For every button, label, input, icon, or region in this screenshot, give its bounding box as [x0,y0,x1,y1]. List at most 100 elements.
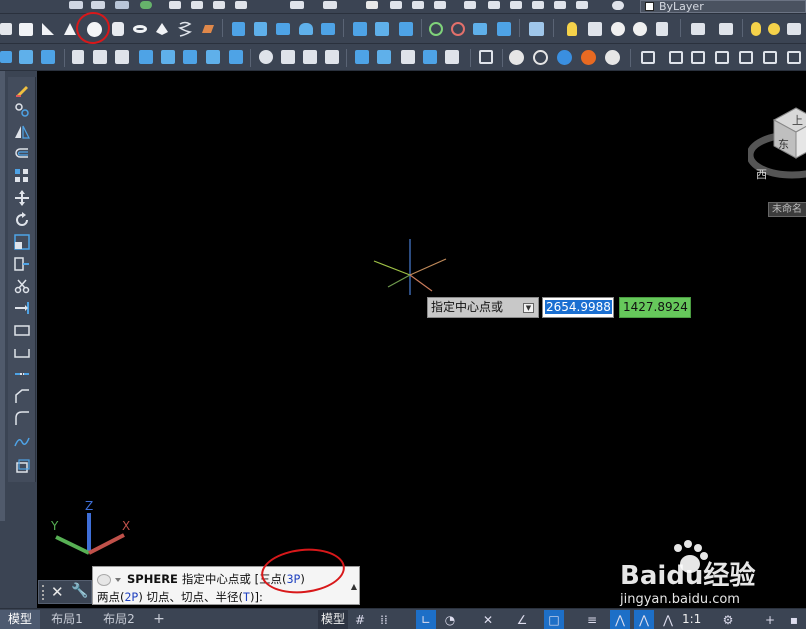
array-icon[interactable] [12,167,32,185]
ucs-apply-icon[interactable] [322,47,342,67]
ucs-y-icon[interactable] [226,47,246,67]
material-icon[interactable] [630,19,650,39]
view-back-icon[interactable] [784,47,804,67]
ucs-object-icon[interactable] [90,47,110,67]
calculator-icon[interactable] [572,0,592,13]
visual-style-2d-icon[interactable] [506,47,526,67]
3d-rotate-icon[interactable] [448,19,468,39]
move-icon[interactable] [12,189,32,207]
pan-icon[interactable] [362,0,382,13]
copy-icon[interactable] [187,0,207,13]
dynamic-input-x-field[interactable]: 2654.9988 [542,297,614,318]
visual-style-wire-icon[interactable] [530,47,550,67]
ucs-3point-icon[interactable] [180,47,200,67]
design-center-icon[interactable] [484,0,504,13]
model-space-button[interactable]: 模型 [318,610,348,629]
scale-icon[interactable] [12,233,32,251]
add-layout-button[interactable]: + [150,610,168,629]
break-point-icon[interactable] [12,321,32,339]
chamfer-icon[interactable] [12,387,32,405]
section-icon[interactable] [526,19,546,39]
undo-icon[interactable] [287,0,307,13]
3d-array-icon[interactable] [494,19,514,39]
snap-icon[interactable]: ⁞⁞ [374,610,394,629]
box-icon[interactable] [0,19,16,39]
intersect-icon[interactable] [396,19,416,39]
view-front-icon[interactable] [736,47,756,67]
drawing-canvas[interactable] [37,71,806,608]
paste-icon[interactable] [209,0,229,13]
plot-icon[interactable] [112,0,132,13]
planar-surface-icon[interactable] [198,19,218,39]
ucs-apply-icon[interactable] [374,47,394,67]
workspace-icon[interactable]: ▪ [784,610,804,629]
rotate-icon[interactable] [12,211,32,229]
ucs-origin-icon[interactable] [136,47,156,67]
visual-style-realistic-icon[interactable] [554,47,574,67]
properties-icon[interactable] [460,0,480,13]
union-icon[interactable] [350,19,370,39]
pyramid-icon[interactable] [152,19,172,39]
ucs-apply-icon[interactable] [420,47,440,67]
view-top-icon[interactable] [638,47,658,67]
grid-icon[interactable]: # [350,610,370,629]
dynamic-input-options-icon[interactable]: ▼ [523,303,534,313]
ortho-icon[interactable]: ∟ [416,610,436,629]
extend-icon[interactable] [12,299,32,317]
zoom-realtime-icon[interactable] [386,0,406,13]
tab-layout2[interactable]: 布局2 [96,610,142,629]
ucs-face-icon[interactable] [68,47,88,67]
wedge-icon[interactable] [38,19,58,39]
dynamic-input-y-field[interactable]: 1427.8924 [619,297,691,318]
cut-icon[interactable] [165,0,185,13]
copy-object-icon[interactable] [12,101,32,119]
render-icon[interactable] [652,19,672,39]
annotation-scale-icon[interactable]: ⋀ [658,610,678,629]
spot-light-icon[interactable] [608,19,628,39]
torus-icon[interactable] [130,19,150,39]
ucs-apply-icon[interactable] [352,47,372,67]
command-line-handle[interactable]: ✕ 🔧 [38,580,92,604]
explode-icon[interactable] [12,457,32,475]
ucs-apply-icon[interactable] [442,47,462,67]
sheet-set-icon[interactable] [528,0,548,13]
light-icon[interactable] [562,19,582,39]
tab-model[interactable]: 模型 [0,610,40,629]
render-icon[interactable] [716,19,736,39]
option-2p[interactable]: 两点(2P) [97,590,143,604]
3d-move-icon[interactable] [426,19,446,39]
print-icon[interactable] [66,0,86,13]
ucs-zaxis-icon[interactable] [158,47,178,67]
visual-style-conceptual-icon[interactable] [578,47,598,67]
option-ttr[interactable]: 切点、切点、半径(T) [147,590,255,604]
ucs-x-icon[interactable] [203,47,223,67]
view-bottom-icon[interactable] [666,47,686,67]
presspull-icon[interactable] [250,19,270,39]
loft-icon[interactable] [318,19,338,39]
point-light-icon[interactable] [585,19,605,39]
help-icon[interactable] [608,0,628,13]
object-snap-icon[interactable]: □ [544,610,564,629]
zoom-previous-icon[interactable] [430,0,450,13]
trim-icon[interactable] [12,277,32,295]
cylinder-icon[interactable] [108,19,128,39]
spot-light-icon[interactable] [784,19,804,39]
stretch-icon[interactable] [12,255,32,273]
wrench-icon[interactable]: 🔧 [71,583,88,599]
view-right-icon[interactable] [712,47,732,67]
helix-icon[interactable] [175,19,195,39]
tool-palette-icon[interactable] [506,0,526,13]
redo-icon[interactable] [320,0,340,13]
manage-styles-icon[interactable] [602,47,622,67]
close-icon[interactable]: ✕ [51,583,64,601]
grip-icon[interactable] [42,585,46,600]
ucs-apply-icon[interactable] [300,47,320,67]
markup-icon[interactable] [550,0,570,13]
ucs-world-icon[interactable] [16,47,36,67]
render-icon[interactable] [688,19,708,39]
ucs-icon[interactable] [0,47,16,67]
layer-dropdown[interactable]: ByLayer [640,0,806,13]
revolve-icon[interactable] [296,19,316,39]
light-icon[interactable] [746,19,766,39]
plus-icon[interactable]: + [760,610,780,629]
